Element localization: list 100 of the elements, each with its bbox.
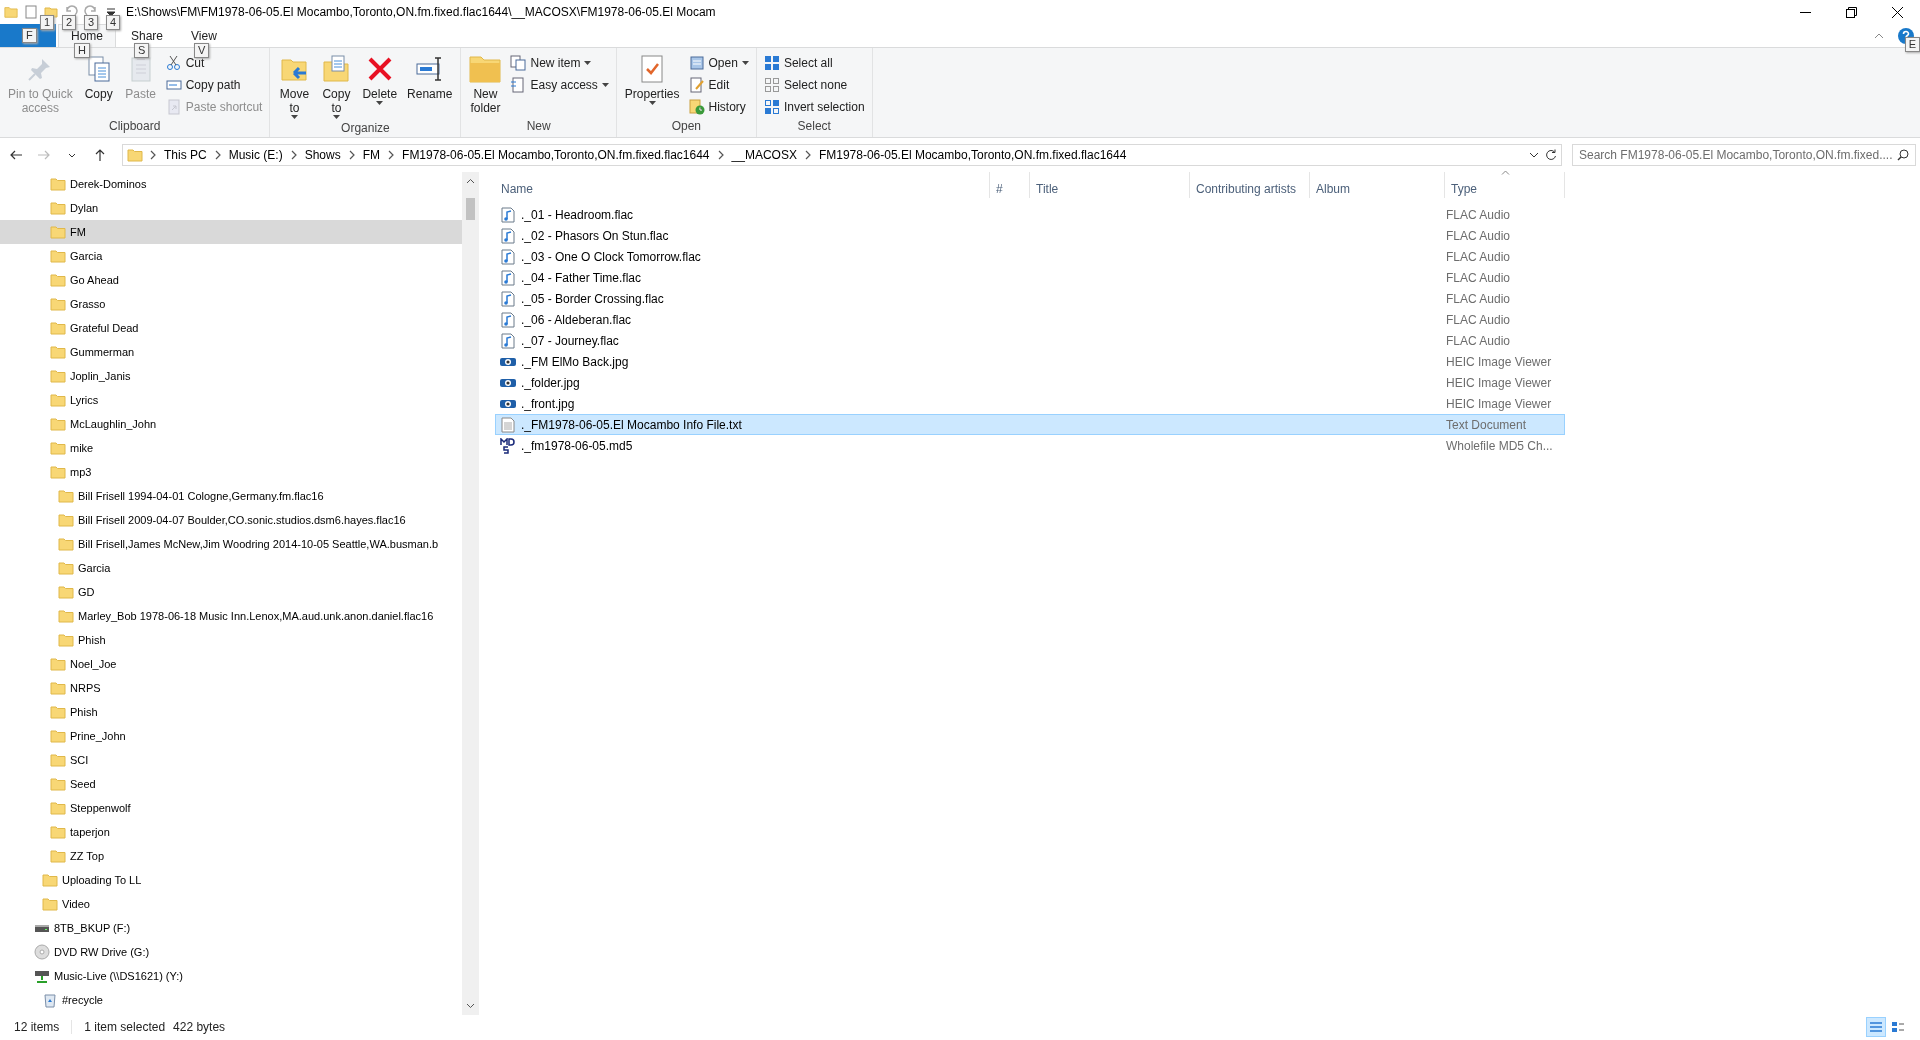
details-view-button[interactable] <box>1866 1017 1886 1037</box>
breadcrumb[interactable]: __MACOSX <box>730 148 798 162</box>
ribbon-button[interactable]: Select none <box>760 75 868 95</box>
address-bar[interactable]: This PC Music (E:) Shows FM FM1978-06-05.El Mocambo,Toronto,ON.fm.fixed.flac1644 __MACOSX FM1978-06-05.El Mocambo,Toronto,ON.fm.fixed.flac1644 <box>122 144 1562 166</box>
file-row[interactable]: ._03 - One O Clock Tomorrow.flac FLAC Audio <box>495 246 1565 267</box>
ribbon-button[interactable]: Open <box>685 53 752 73</box>
ribbon-button[interactable]: Copy to <box>316 51 357 121</box>
tree-item[interactable]: Grateful Dead <box>0 316 462 340</box>
breadcrumb[interactable]: FM1978-06-05.El Mocambo,Toronto,ON.fm.fixed.flac1644 <box>817 148 1128 162</box>
tree-item[interactable]: Phish <box>0 700 462 724</box>
tree-item[interactable]: Dylan <box>0 196 462 220</box>
tree-item[interactable]: Lyrics <box>0 388 462 412</box>
folder-icon <box>50 392 66 408</box>
file-row[interactable]: ._07 - Journey.flac FLAC Audio <box>495 330 1565 351</box>
column-header[interactable]: Type <box>1445 172 1565 198</box>
ribbon-button[interactable]: New item <box>507 53 612 73</box>
ribbon-button[interactable]: Delete <box>358 51 402 121</box>
file-row[interactable]: ._fm1978-06-05.md5 Wholefile MD5 Ch... <box>495 435 1565 456</box>
breadcrumb[interactable]: Shows <box>303 148 342 162</box>
file-row[interactable]: ._FM ElMo Back.jpg HEIC Image Viewer <box>495 351 1565 372</box>
ribbon-button[interactable]: History <box>685 97 752 117</box>
tree-item[interactable]: Garcia <box>0 556 462 580</box>
tree-item[interactable]: #recycle <box>0 988 462 1012</box>
ribbon-button[interactable]: Move to <box>274 51 315 121</box>
scroll-down-icon[interactable] <box>466 1003 475 1009</box>
breadcrumb[interactable]: Music (E:) <box>227 148 284 162</box>
folder-icon <box>50 824 66 840</box>
dropdown-icon[interactable] <box>1529 152 1539 158</box>
selection-count: 1 item selected <box>84 1020 166 1034</box>
tiles-icon <box>1891 1020 1905 1034</box>
tree-item[interactable]: Go Ahead <box>0 268 462 292</box>
scrollbar-thumb[interactable] <box>466 198 475 220</box>
breadcrumb[interactable]: FM1978-06-05.El Mocambo,Toronto,ON.fm.fixed.flac1644 <box>401 148 711 162</box>
tree-item[interactable]: NRPS <box>0 676 462 700</box>
file-name: ._07 - Journey.flac <box>521 333 619 348</box>
tree-item[interactable]: Video <box>0 892 462 916</box>
tree-item[interactable]: Uploading To LL <box>0 868 462 892</box>
file-name: ._06 - Aldeberan.flac <box>521 312 632 327</box>
ribbon-button[interactable]: Rename <box>403 51 457 121</box>
file-row[interactable]: ._02 - Phasors On Stun.flac FLAC Audio <box>495 225 1565 246</box>
tree-item[interactable]: Phish <box>0 628 462 652</box>
file-row[interactable]: ._FM1978-06-05.El Mocambo Info File.txt Text Document <box>495 414 1565 435</box>
ribbon-button[interactable]: New folder <box>465 51 506 119</box>
scroll-up-icon[interactable] <box>466 178 475 184</box>
tree-item[interactable]: Seed <box>0 772 462 796</box>
tree-item[interactable]: Bill Frisell 2009-04-07 Boulder,CO.sonic.studios.dsm6.hayes.flac16 <box>0 508 462 532</box>
select-all-icon <box>763 55 780 71</box>
search-field[interactable]: Search FM1978-06-05.El Mocambo,Toronto,ON.fm.fixed.... <box>1572 144 1916 166</box>
ribbon-button[interactable]: Easy access <box>507 75 612 95</box>
chevron-icon <box>716 150 725 160</box>
tree-item[interactable]: Noel_Joe <box>0 652 462 676</box>
tree-item[interactable]: Music-Live (\\DS1621) (Y:) <box>0 964 462 988</box>
column-header[interactable]: Title <box>1030 172 1190 198</box>
file-row[interactable]: ._06 - Aldeberan.flac FLAC Audio <box>495 309 1565 330</box>
invert-selection-icon <box>763 99 780 115</box>
tree-item[interactable]: taperjon <box>0 820 462 844</box>
tree-item[interactable]: Marley_Bob 1978-06-18 Music Inn.Lenox,MA.aud.unk.anon.daniel.flac16 <box>0 604 462 628</box>
file-row[interactable]: ._05 - Border Crossing.flac FLAC Audio <box>495 288 1565 309</box>
breadcrumb[interactable]: FM <box>361 148 382 162</box>
file-type: Wholefile MD5 Ch... <box>1446 438 1553 453</box>
ribbon-button[interactable]: Edit <box>685 75 752 95</box>
column-header[interactable]: Album <box>1310 172 1445 198</box>
file-row[interactable]: ._01 - Headroom.flac FLAC Audio <box>495 204 1565 225</box>
column-header[interactable]: Contributing artists <box>1190 172 1310 198</box>
tree-item[interactable]: Joplin_Janis <box>0 364 462 388</box>
column-header[interactable]: # <box>990 172 1030 198</box>
ribbon-button[interactable]: Select all <box>760 53 868 73</box>
file-name: ._fm1978-06-05.md5 <box>521 438 633 453</box>
collapse-ribbon-icon[interactable] <box>1874 32 1884 39</box>
ribbon-button[interactable]: Properties <box>620 51 684 119</box>
tree-item[interactable]: mike <box>0 436 462 460</box>
tree-item[interactable]: mp3 <box>0 460 462 484</box>
tree-item[interactable]: 8TB_BKUP (F:) <box>0 916 462 940</box>
tree-item[interactable]: McLaughlin_John <box>0 412 462 436</box>
ribbon-button[interactable]: Invert selection <box>760 97 868 117</box>
tree-item[interactable]: Gummerman <box>0 340 462 364</box>
tree-item[interactable]: GD <box>0 580 462 604</box>
tree-item[interactable]: Grasso <box>0 292 462 316</box>
file-row[interactable]: ._folder.jpg HEIC Image Viewer <box>495 372 1565 393</box>
music-file-icon <box>500 248 516 265</box>
open-icon <box>688 55 705 71</box>
tree-item[interactable]: Derek-Dominos <box>0 172 462 196</box>
tree-item[interactable]: Bill Frisell,James McNew,Jim Woodring 2014-10-05 Seattle,WA.busman.b <box>0 532 462 556</box>
breadcrumb[interactable]: This PC <box>163 148 208 162</box>
tree-item[interactable]: ZZ Top <box>0 844 462 868</box>
tree-item[interactable]: Steppenwolf <box>0 796 462 820</box>
column-header[interactable]: Name <box>495 172 990 198</box>
tree-item[interactable]: Bill Frisell 1994-04-01 Cologne,Germany.fm.flac16 <box>0 484 462 508</box>
tree-item[interactable]: DVD RW Drive (G:) <box>0 940 462 964</box>
tree-item[interactable]: SCI <box>0 748 462 772</box>
tree-item[interactable]: FM <box>0 220 462 244</box>
file-row[interactable]: ._front.jpg HEIC Image Viewer <box>495 393 1565 414</box>
file-row[interactable]: ._04 - Father Time.flac FLAC Audio <box>495 267 1565 288</box>
scrollbar[interactable] <box>462 172 479 1015</box>
tree-item[interactable]: Garcia <box>0 244 462 268</box>
shortcut-icon <box>165 99 182 115</box>
ribbon-button[interactable]: Copy path <box>162 75 266 95</box>
folder-icon <box>50 656 66 672</box>
tree-item[interactable]: Prine_John <box>0 724 462 748</box>
refresh-icon[interactable] <box>1545 149 1557 161</box>
